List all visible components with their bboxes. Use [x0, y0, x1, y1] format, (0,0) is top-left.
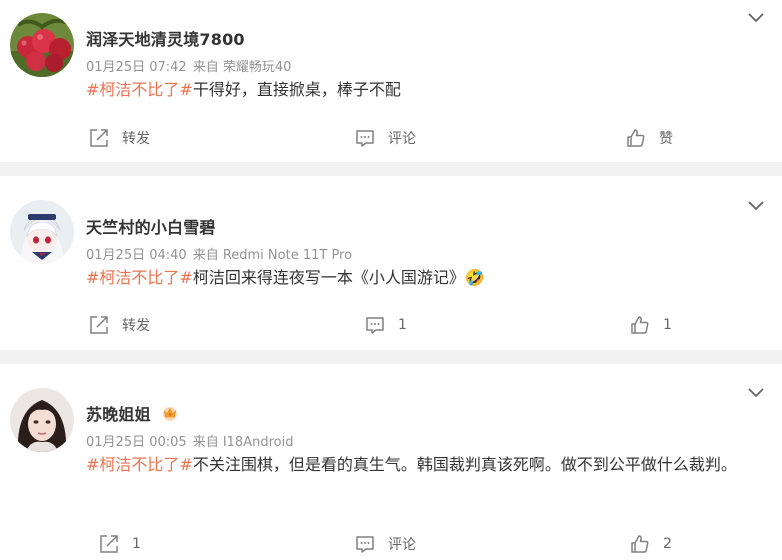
like-label: 赞 [659, 131, 673, 147]
comment-button[interactable]: 评论 [354, 532, 416, 556]
repost-icon [90, 129, 108, 147]
avatar[interactable] [10, 200, 74, 264]
comment-label: 评论 [388, 537, 416, 553]
action-bar: 转发 1 1 [0, 313, 782, 337]
like-count: 1 [663, 317, 672, 333]
avatar-portrait-image [10, 388, 74, 452]
post-text: 柯洁回来得连夜写一本《小人国游记》 [192, 268, 465, 287]
post-source: 来自 I18Android [192, 435, 294, 450]
comment-count: 1 [398, 317, 407, 333]
user-name[interactable]: 苏晚姐姐 [86, 401, 179, 425]
thumbs-up-icon [631, 535, 649, 553]
comment-card: 天竺村的小白雪碧 01月25日 04:40 来自 Redmi Note 11T P… [0, 176, 782, 350]
repost-button[interactable]: 1 [98, 532, 141, 556]
chevron-down-icon[interactable] [748, 388, 764, 398]
like-button[interactable]: 2 [629, 532, 672, 556]
post-source: 来自 荣耀畅玩40 [192, 60, 292, 75]
repost-label: 转发 [122, 318, 150, 334]
like-button[interactable]: 赞 [625, 126, 673, 150]
repost-label: 转发 [122, 131, 150, 147]
divider [0, 350, 782, 364]
comment-label: 评论 [388, 131, 416, 147]
chevron-down-icon[interactable] [748, 201, 764, 211]
comment-icon [366, 317, 384, 334]
comment-card: 苏晚姐姐 01月25日 00:05 来自 I18Android #柯洁不比了#不关… [0, 364, 782, 560]
hashtag-link[interactable]: #柯洁不比了# [86, 80, 193, 99]
comment-button[interactable]: 1 [364, 313, 407, 337]
user-name[interactable]: 天竺村的小白雪碧 [86, 214, 216, 238]
chevron-down-icon[interactable] [748, 13, 764, 23]
action-bar: 1 评论 2 [0, 532, 782, 556]
user-name-text: 苏晚姐姐 [86, 405, 151, 424]
comment-button[interactable]: 评论 [354, 126, 416, 150]
post-meta: 01月25日 00:05 来自 I18Android [86, 431, 293, 450]
comment-card: 润泽天地清灵境7800 01月25日 07:42 来自 荣耀畅玩40 #柯洁不比了… [0, 0, 782, 162]
post-date: 01月25日 07:42 [86, 60, 187, 75]
crown-badge-icon [162, 407, 177, 421]
post-date: 01月25日 04:40 [86, 248, 187, 263]
post-meta: 01月25日 07:42 来自 荣耀畅玩40 [86, 56, 291, 75]
post-content: #柯洁不比了#不关注围棋，但是看的真生气。韩国裁判真该死啊。做不到公平做什么裁判… [86, 451, 766, 479]
hashtag-link[interactable]: #柯洁不比了# [86, 455, 193, 474]
repost-icon [100, 535, 118, 553]
repost-button[interactable]: 转发 [88, 313, 150, 337]
user-name[interactable]: 润泽天地清灵境7800 [86, 26, 245, 50]
action-bar: 转发 评论 赞 [0, 126, 782, 150]
post-source: 来自 Redmi Note 11T Pro [192, 248, 353, 263]
avatar-anime-image [10, 200, 74, 264]
repost-icon [90, 316, 108, 334]
comment-icon [356, 130, 374, 147]
post-date: 01月25日 00:05 [86, 435, 187, 450]
post-content: #柯洁不比了#干得好，直接掀桌，棒子不配 [86, 76, 766, 104]
post-content: #柯洁不比了#柯洁回来得连夜写一本《小人国游记》🤣 [86, 264, 766, 292]
like-button[interactable]: 1 [629, 313, 672, 337]
divider [0, 162, 782, 176]
avatar-lychee-image [10, 13, 74, 77]
avatar[interactable] [10, 13, 74, 77]
post-text: 不关注围棋，但是看的真生气。韩国裁判真该死啊。做不到公平做什么裁判。 [192, 455, 737, 474]
comment-icon [356, 536, 374, 553]
rofl-emoji: 🤣 [464, 268, 485, 287]
comment-feed: 润泽天地清灵境7800 01月25日 07:42 来自 荣耀畅玩40 #柯洁不比了… [0, 0, 782, 560]
post-meta: 01月25日 04:40 来自 Redmi Note 11T Pro [86, 244, 352, 263]
repost-button[interactable]: 转发 [88, 126, 150, 150]
avatar[interactable] [10, 388, 74, 452]
post-text: 干得好，直接掀桌，棒子不配 [192, 80, 401, 99]
hashtag-link[interactable]: #柯洁不比了# [86, 268, 193, 287]
repost-count: 1 [132, 536, 141, 552]
thumbs-up-icon [627, 129, 645, 147]
like-count: 2 [663, 536, 672, 552]
thumbs-up-icon [631, 316, 649, 334]
